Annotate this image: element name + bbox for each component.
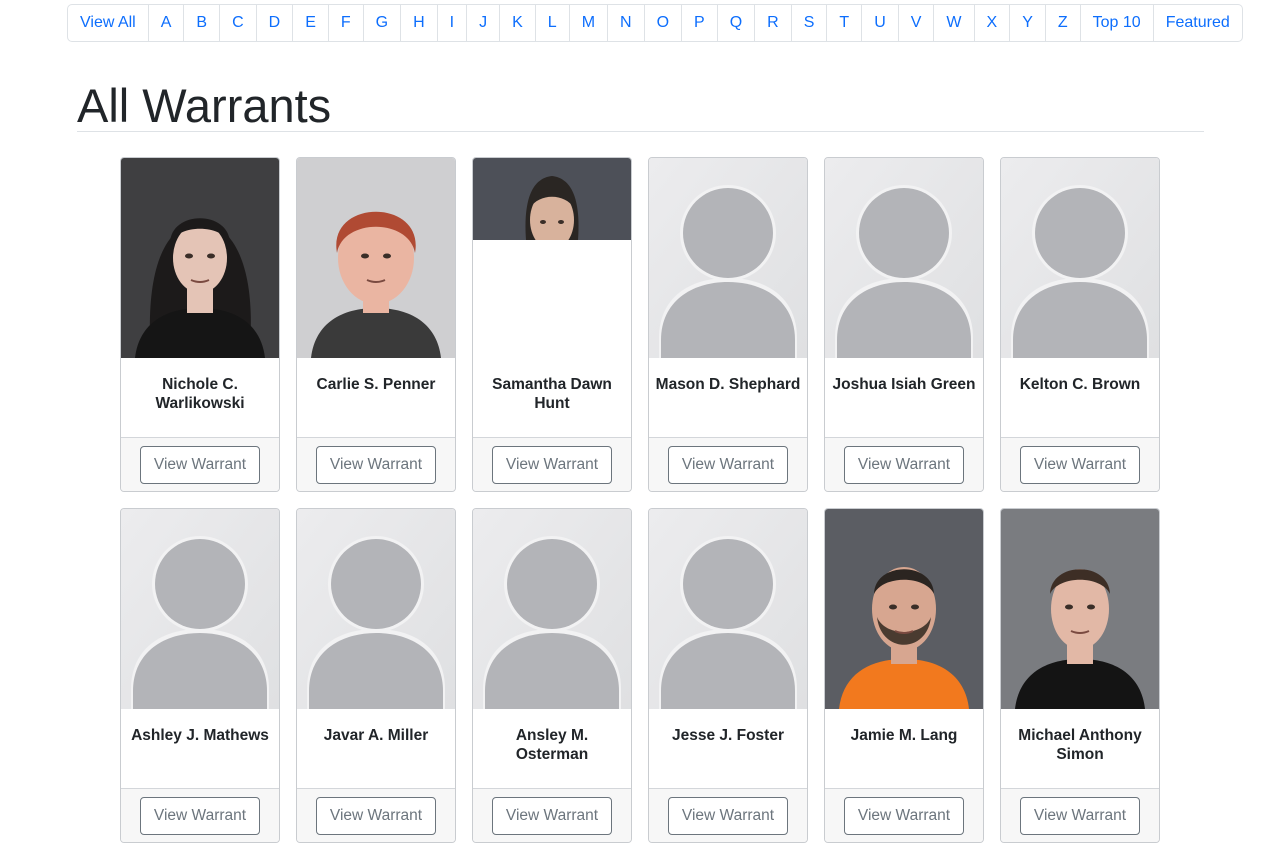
placeholder-avatar-icon[interactable] (1001, 158, 1159, 358)
warrant-name: Ansley M. Osterman (515, 727, 589, 763)
view-warrant-button[interactable]: View Warrant (668, 446, 788, 484)
pagination-link-y[interactable]: Y (1009, 5, 1045, 41)
warrant-name: Mason D. Shephard (655, 376, 801, 393)
pagination-link-f[interactable]: F (327, 5, 363, 41)
mugshot-photo[interactable] (825, 509, 983, 709)
pagination-link-q[interactable]: Q (716, 5, 754, 41)
warrant-card: Samantha Dawn Hunt View Warrant (472, 157, 632, 492)
page-title: All Warrants (77, 79, 332, 132)
placeholder-avatar-icon[interactable] (825, 158, 983, 358)
pagination-link-c[interactable]: C (219, 5, 256, 41)
card-footer: View Warrant (297, 788, 455, 842)
placeholder-avatar-icon[interactable] (649, 158, 807, 358)
card-footer: View Warrant (121, 788, 279, 842)
warrant-card: Mason D. Shephard View Warrant (648, 157, 808, 492)
card-footer: View Warrant (297, 437, 455, 491)
view-warrant-button[interactable]: View Warrant (316, 446, 436, 484)
view-warrant-button[interactable]: View Warrant (1020, 797, 1140, 835)
pagination-link-featured[interactable]: Featured (1152, 5, 1242, 41)
pagination-link-e[interactable]: E (292, 5, 328, 41)
pagination-link-g[interactable]: G (362, 5, 400, 41)
warrant-card: Joshua Isiah Green View Warrant (824, 157, 984, 492)
pagination-link-i[interactable]: I (436, 5, 466, 41)
view-warrant-button[interactable]: View Warrant (668, 797, 788, 835)
view-warrant-button[interactable]: View Warrant (492, 446, 612, 484)
mugshot-photo[interactable] (473, 158, 631, 358)
view-warrant-button[interactable]: View Warrant (844, 797, 964, 835)
warrant-name: Michael Anthony Simon (1018, 727, 1142, 763)
view-warrant-button[interactable]: View Warrant (140, 797, 260, 835)
warrant-name: Samantha Dawn Hunt (492, 376, 612, 412)
pagination-link-d[interactable]: D (255, 5, 293, 41)
card-footer: View Warrant (649, 788, 807, 842)
warrant-card: Ansley M. Osterman View Warrant (472, 508, 632, 843)
pagination-link-n[interactable]: N (607, 5, 644, 41)
placeholder-avatar-icon[interactable] (649, 509, 807, 709)
alphabet-pagination: View All A B C D E F G H I J K L M N O P Q R S T U V W X Y Z Top 10… (67, 4, 1243, 42)
card-footer: View Warrant (1001, 788, 1159, 842)
view-warrant-button[interactable]: View Warrant (140, 446, 260, 484)
mugshot-photo[interactable] (297, 158, 455, 358)
title-divider (77, 131, 1204, 132)
card-footer: View Warrant (649, 437, 807, 491)
warrant-name: Jamie M. Lang (850, 727, 958, 744)
view-warrant-button[interactable]: View Warrant (844, 446, 964, 484)
pagination-link-v[interactable]: V (897, 5, 934, 41)
card-footer: View Warrant (121, 437, 279, 491)
warrant-card: Javar A. Miller View Warrant (296, 508, 456, 843)
warrant-card: Kelton C. Brown View Warrant (1000, 157, 1160, 492)
warrant-card: Carlie S. Penner View Warrant (296, 157, 456, 492)
warrant-name: Ashley J. Mathews (131, 727, 269, 744)
pagination-link-x[interactable]: X (973, 5, 1010, 41)
mugshot-photo[interactable] (1001, 509, 1159, 709)
pagination-link-h[interactable]: H (400, 5, 437, 41)
pagination-link-j[interactable]: J (466, 5, 499, 41)
card-footer: View Warrant (825, 437, 983, 491)
pagination-link-o[interactable]: O (643, 5, 681, 41)
view-warrant-button[interactable]: View Warrant (492, 797, 612, 835)
view-warrant-button[interactable]: View Warrant (1020, 446, 1140, 484)
pagination-link-b[interactable]: B (183, 5, 219, 41)
warrant-card: Jesse J. Foster View Warrant (648, 508, 808, 843)
pagination-link-t[interactable]: T (826, 5, 861, 41)
warrant-card: Nichole C. Warlikowski View Warrant (120, 157, 280, 492)
pagination-link-z[interactable]: Z (1044, 5, 1080, 41)
card-footer: View Warrant (825, 788, 983, 842)
warrant-name: Kelton C. Brown (1019, 376, 1141, 393)
pagination-link-s[interactable]: S (790, 5, 827, 41)
view-warrant-button[interactable]: View Warrant (316, 797, 436, 835)
pagination-link-m[interactable]: M (568, 5, 607, 41)
warrant-card: Jamie M. Lang View Warrant (824, 508, 984, 843)
pagination-link-l[interactable]: L (534, 5, 569, 41)
pagination-link-k[interactable]: K (499, 5, 535, 41)
warrant-grid: Nichole C. Warlikowski View Warrant Carlie… (120, 157, 1160, 843)
card-footer: View Warrant (473, 437, 631, 491)
warrant-name: Jesse J. Foster (671, 727, 784, 744)
warrant-name: Javar A. Miller (323, 727, 429, 744)
warrant-card: Michael Anthony Simon View Warrant (1000, 508, 1160, 843)
placeholder-avatar-icon[interactable] (297, 509, 455, 709)
pagination-link-view-all[interactable]: View All (68, 5, 148, 41)
placeholder-avatar-icon[interactable] (121, 509, 279, 709)
placeholder-avatar-icon[interactable] (473, 509, 631, 709)
warrant-name: Nichole C. Warlikowski (155, 376, 245, 412)
warrant-name: Joshua Isiah Green (832, 376, 976, 393)
warrant-card: Ashley J. Mathews View Warrant (120, 508, 280, 843)
pagination-link-w[interactable]: W (933, 5, 973, 41)
warrant-name: Carlie S. Penner (316, 376, 436, 393)
card-footer: View Warrant (473, 788, 631, 842)
pagination-link-top-10[interactable]: Top 10 (1079, 5, 1153, 41)
pagination-link-r[interactable]: R (754, 5, 791, 41)
pagination-link-a[interactable]: A (147, 5, 184, 41)
mugshot-photo[interactable] (121, 158, 279, 358)
card-footer: View Warrant (1001, 437, 1159, 491)
pagination-link-p[interactable]: P (681, 5, 717, 41)
pagination-link-u[interactable]: U (861, 5, 898, 41)
